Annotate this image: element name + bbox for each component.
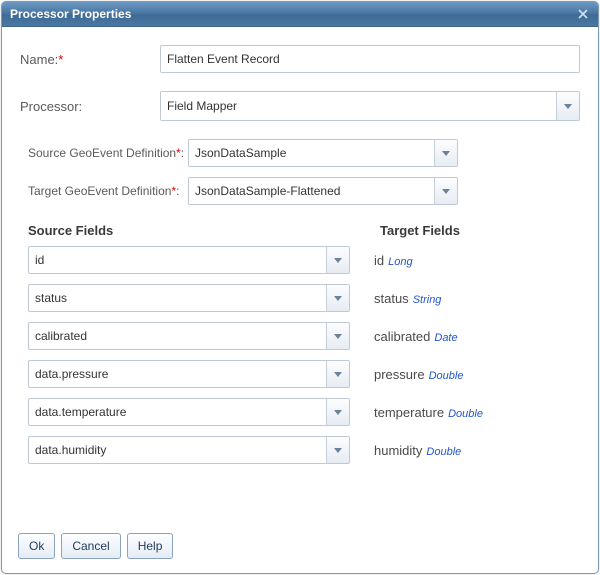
source-field-select[interactable]: calibrated (28, 322, 350, 350)
cancel-button[interactable]: Cancel (61, 533, 120, 559)
target-field-name: pressure (374, 367, 425, 382)
target-def-select[interactable]: JsonDataSample-Flattened (188, 177, 458, 205)
chevron-down-icon[interactable] (326, 361, 349, 387)
mapping-row: data.humidity humidity Double (28, 436, 580, 464)
target-field-name: status (374, 291, 409, 306)
name-input[interactable] (160, 45, 580, 73)
target-field-type: Double (448, 408, 483, 420)
source-field-select[interactable]: data.humidity (28, 436, 350, 464)
target-field: calibrated Date (374, 329, 458, 344)
target-field-type: Long (388, 256, 412, 268)
chevron-down-icon[interactable] (326, 323, 349, 349)
target-field: pressure Double (374, 367, 463, 382)
close-icon[interactable] (576, 7, 590, 21)
chevron-down-icon[interactable] (556, 92, 579, 120)
mapping-header: Source Fields Target Fields (28, 223, 580, 238)
source-field-select[interactable]: status (28, 284, 350, 312)
mapping-row: data.temperature temperature Double (28, 398, 580, 426)
source-field-select[interactable]: id (28, 246, 350, 274)
dialog-body: Name:* Processor: Field Mapper Source Ge… (2, 27, 598, 523)
mapping-row: calibrated calibrated Date (28, 322, 580, 350)
target-field-type: Date (434, 332, 457, 344)
mapping-row: status status String (28, 284, 580, 312)
processor-properties-dialog: Processor Properties Name:* Processor: F… (1, 1, 599, 574)
target-field-type: Double (426, 446, 461, 458)
processor-label: Processor: (20, 99, 160, 114)
button-bar: Ok Cancel Help (2, 523, 598, 573)
source-field-value: calibrated (29, 329, 326, 343)
target-field: id Long (374, 253, 413, 268)
processor-row: Processor: Field Mapper (20, 91, 580, 121)
target-field-type: String (413, 294, 442, 306)
ok-button[interactable]: Ok (18, 533, 55, 559)
target-def-row: Target GeoEvent Definition*: JsonDataSam… (28, 177, 580, 205)
mapping-row: id id Long (28, 246, 580, 274)
help-button[interactable]: Help (127, 533, 174, 559)
chevron-down-icon[interactable] (434, 140, 457, 166)
source-def-select[interactable]: JsonDataSample (188, 139, 458, 167)
target-fields-header: Target Fields (380, 223, 460, 238)
chevron-down-icon[interactable] (326, 285, 349, 311)
processor-select[interactable]: Field Mapper (160, 91, 580, 121)
source-field-value: id (29, 253, 326, 267)
source-field-select[interactable]: data.temperature (28, 398, 350, 426)
processor-value: Field Mapper (161, 99, 556, 113)
chevron-down-icon[interactable] (434, 178, 457, 204)
source-def-label: Source GeoEvent Definition*: (28, 146, 188, 160)
chevron-down-icon[interactable] (326, 399, 349, 425)
source-field-value: data.humidity (29, 443, 326, 457)
chevron-down-icon[interactable] (326, 437, 349, 463)
mapping-row: data.pressure pressure Double (28, 360, 580, 388)
source-field-value: data.pressure (29, 367, 326, 381)
target-field-name: id (374, 253, 384, 268)
source-field-select[interactable]: data.pressure (28, 360, 350, 388)
source-def-value: JsonDataSample (189, 146, 434, 160)
target-field-name: humidity (374, 443, 422, 458)
name-label: Name:* (20, 52, 160, 67)
window-title: Processor Properties (10, 7, 131, 21)
field-mappings: ididLongstatusstatusStringcalibratedcali… (20, 246, 580, 464)
target-field-type: Double (429, 370, 464, 382)
target-field-name: calibrated (374, 329, 430, 344)
chevron-down-icon[interactable] (326, 247, 349, 273)
target-field: status String (374, 291, 441, 306)
source-field-value: status (29, 291, 326, 305)
source-fields-header: Source Fields (28, 223, 380, 238)
target-field: humidity Double (374, 443, 461, 458)
source-field-value: data.temperature (29, 405, 326, 419)
target-field: temperature Double (374, 405, 483, 420)
titlebar: Processor Properties (2, 2, 598, 27)
name-row: Name:* (20, 45, 580, 73)
target-def-value: JsonDataSample-Flattened (189, 184, 434, 198)
target-def-label: Target GeoEvent Definition*: (28, 184, 188, 198)
source-def-row: Source GeoEvent Definition*: JsonDataSam… (28, 139, 580, 167)
target-field-name: temperature (374, 405, 444, 420)
